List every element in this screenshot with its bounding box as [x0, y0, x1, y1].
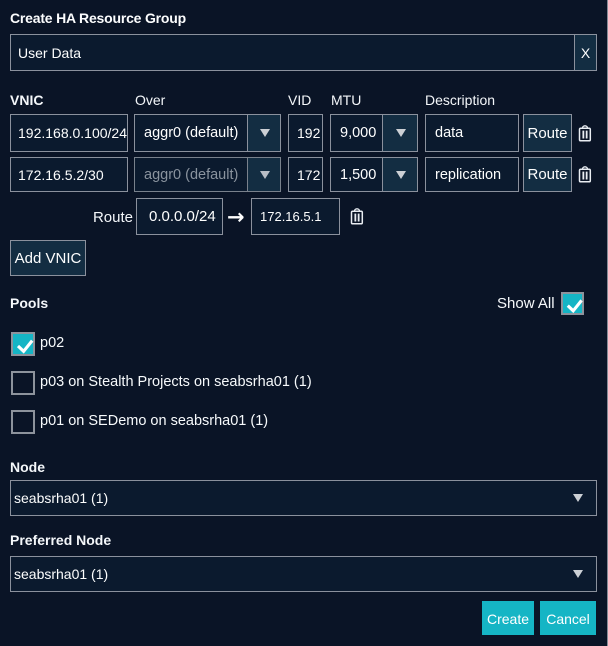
- delete-route-icon[interactable]: [350, 208, 364, 225]
- checkmark-shape: [566, 299, 583, 314]
- mtu-combo-2[interactable]: 1,500: [330, 157, 418, 192]
- node-label: Node: [10, 459, 45, 475]
- mtu-value-2: 1,500: [340, 166, 377, 183]
- group-name-value: User Data: [18, 44, 82, 61]
- show-all-checkbox[interactable]: [561, 292, 584, 315]
- vnic-address-value-1: 192.168.0.100/24: [18, 125, 127, 141]
- pool-checkbox-p02[interactable]: [11, 332, 35, 356]
- check-icon: [16, 339, 34, 354]
- caret-down-icon: [396, 129, 406, 137]
- header-over: Over: [135, 92, 166, 108]
- route-button-1[interactable]: Route: [523, 114, 572, 152]
- preferred-node-select[interactable]: seabsrha01 (1): [10, 556, 597, 592]
- description-value-1: data: [435, 125, 464, 141]
- vid-input-1[interactable]: 192: [288, 114, 323, 152]
- delete-vnic-icon-2[interactable]: [578, 166, 592, 183]
- header-vid: VID: [288, 92, 312, 108]
- caret-down-icon: [260, 170, 270, 179]
- add-vnic-button[interactable]: Add VNIC: [10, 240, 86, 276]
- pool-checkbox-p03[interactable]: [11, 371, 35, 395]
- route-editor-label: Route: [92, 209, 133, 226]
- over-value-1: aggr0 (default): [144, 125, 239, 141]
- pools-label: Pools: [10, 295, 49, 311]
- trash-body-shape: [578, 168, 592, 183]
- pool-label: p01 on SEDemo on seabsrha01 (1): [40, 413, 269, 429]
- pool-label: p03 on Stealth Projects on seabsrha01 (1…: [40, 374, 312, 390]
- over-dropdown-arrow-2: [247, 158, 280, 191]
- pool-item-p02[interactable]: p02: [11, 332, 64, 356]
- route-destination-value: 0.0.0.0/24: [149, 208, 216, 225]
- vnic-address-input-2[interactable]: 172.16.5.2/30: [10, 157, 128, 192]
- node-select[interactable]: seabsrha01 (1): [10, 480, 597, 516]
- trash-body-shape: [350, 210, 364, 225]
- caret-down-icon: [260, 129, 270, 137]
- over-value-2: aggr0 (default): [144, 166, 239, 183]
- clear-name-button[interactable]: X: [574, 35, 596, 70]
- header-mtu: MTU: [331, 92, 362, 108]
- create-button[interactable]: Create: [482, 601, 534, 635]
- node-value: seabsrha01 (1): [14, 490, 109, 506]
- mtu-value-1: 9,000: [340, 125, 377, 141]
- preferred-node-label: Preferred Node: [10, 532, 112, 548]
- vnic-address-input-1[interactable]: 192.168.0.100/24: [10, 114, 128, 152]
- over-dropdown-arrow-1[interactable]: [247, 115, 280, 151]
- dialog-title: Create HA Resource Group: [10, 10, 186, 26]
- route-button-2[interactable]: Route: [523, 157, 572, 192]
- trash-body-shape: [578, 127, 592, 142]
- pool-item-p03[interactable]: p03 on Stealth Projects on seabsrha01 (1…: [11, 371, 312, 395]
- header-description: Description: [425, 92, 496, 108]
- pool-checkbox-p01[interactable]: [11, 410, 35, 434]
- preferred-node-value: seabsrha01 (1): [14, 566, 109, 582]
- vid-value-1: 192: [297, 125, 321, 141]
- route-arrow-icon: →: [227, 205, 245, 229]
- cancel-button[interactable]: Cancel: [540, 601, 596, 635]
- vid-value-2: 172: [297, 166, 321, 183]
- mtu-combo-arrow-2[interactable]: [382, 158, 417, 191]
- vid-input-2[interactable]: 172: [288, 157, 323, 192]
- vnic-address-value-2: 172.16.5.2/30: [18, 166, 104, 183]
- check-icon: [566, 299, 583, 314]
- checkmark-shape: [16, 339, 34, 354]
- group-name-input[interactable]: User Data X: [10, 34, 597, 71]
- over-dropdown-1[interactable]: aggr0 (default): [134, 114, 281, 152]
- header-vnic: VNIC: [10, 92, 44, 108]
- description-input-2[interactable]: replication: [425, 157, 519, 192]
- caret-down-icon: [573, 494, 583, 502]
- over-dropdown-2: aggr0 (default): [134, 157, 281, 192]
- caret-down-icon: [573, 570, 583, 578]
- route-destination-input[interactable]: 0.0.0.0/24: [136, 198, 223, 235]
- caret-down-icon: [396, 170, 406, 179]
- pool-label: p02: [40, 335, 65, 351]
- mtu-combo-arrow-1[interactable]: [382, 115, 417, 151]
- route-gateway-input[interactable]: 172.16.5.1: [251, 198, 340, 235]
- description-value-2: replication: [435, 166, 502, 183]
- delete-vnic-icon-1[interactable]: [578, 125, 592, 142]
- pool-item-p01[interactable]: p01 on SEDemo on seabsrha01 (1): [11, 410, 268, 434]
- description-input-1[interactable]: data: [425, 114, 519, 152]
- show-all-label: Show All: [497, 295, 555, 312]
- mtu-combo-1[interactable]: 9,000: [330, 114, 418, 152]
- route-gateway-value: 172.16.5.1: [260, 209, 322, 224]
